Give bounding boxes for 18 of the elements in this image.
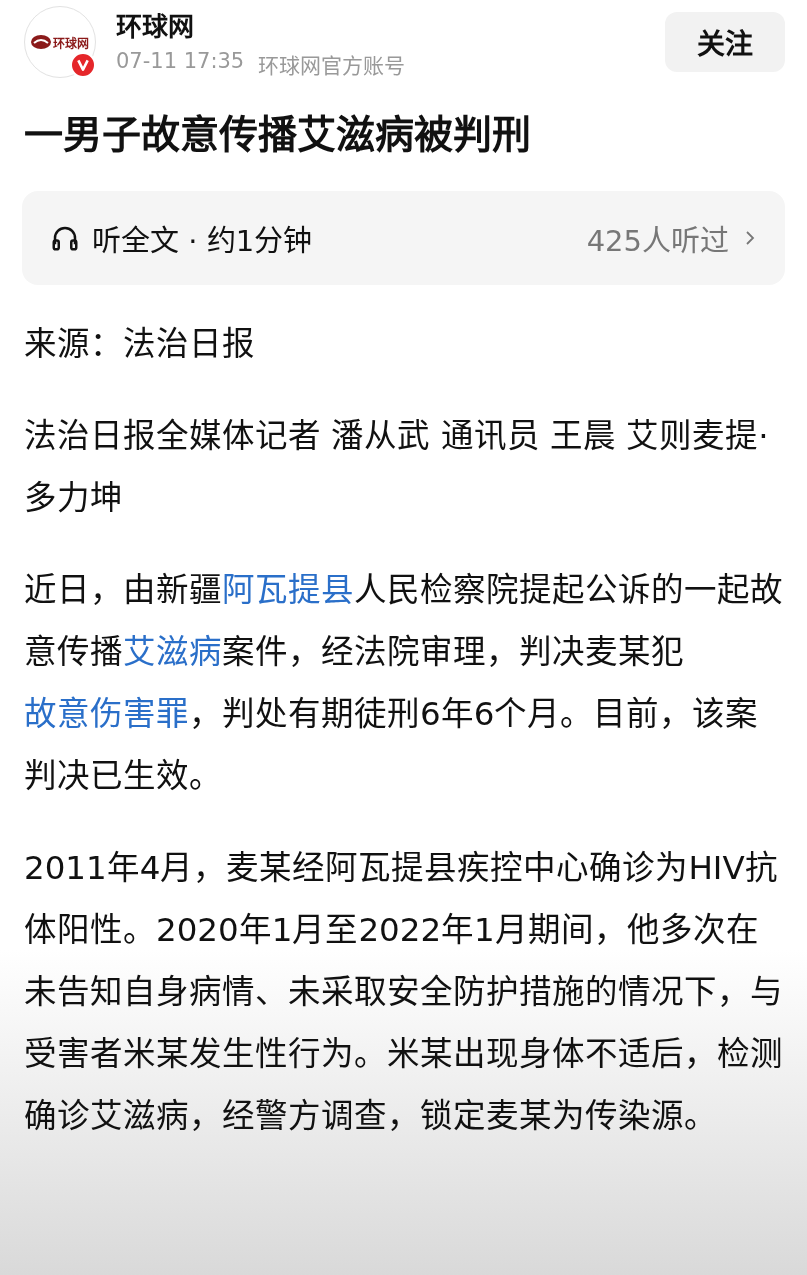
logo-text: 环球网 xyxy=(53,35,89,51)
link[interactable]: 故意伤害罪 xyxy=(24,694,189,733)
logo-icon xyxy=(31,35,51,49)
paragraph: 来源：法治日报 xyxy=(24,323,256,365)
post-time: 07-11 17:35 xyxy=(116,48,245,75)
chevron-right-icon xyxy=(745,229,755,246)
listen-count: 425人听过 xyxy=(586,222,729,259)
article-title: 一男子故意传播艾滋病被判刑 xyxy=(24,111,532,159)
account-label: 环球网官方账号 xyxy=(258,52,406,79)
link[interactable]: 艾滋病 xyxy=(123,632,222,671)
paragraph: 2011年4月，麦某经阿瓦提县疾控中心确诊为HIV抗体阳性。2020年1月至2022年1月期间，他多次在未告知自身病情、未采取安全防护措施的情况下，与受害者米某发生性行为。米某出现身体不适后，检测确诊艾滋病，经警方调查，锁定麦某为传染源。 xyxy=(24,847,784,1137)
follow-button[interactable]: 关注 xyxy=(665,12,785,72)
paragraph: 法治日报全媒体记者 潘从武 通讯员 王晨 艾则麦提·多力坤 xyxy=(24,415,770,519)
author-name[interactable]: 环球网 xyxy=(116,5,665,43)
listen-bar[interactable]: 听全文 · 约1分钟 425人听过 xyxy=(22,190,785,285)
link[interactable]: 阿瓦提县 xyxy=(222,570,354,609)
paragraph: 近日，由新疆阿瓦提县人民检察院提起公诉的一起故意传播艾滋病案件，经法院审理，判决麦某犯 故意伤害罪，判处有期徒刑6年6个月。目前，该案判决已生效。 xyxy=(24,569,784,797)
listen-label: 听全文 · 约1分钟 xyxy=(92,222,313,259)
